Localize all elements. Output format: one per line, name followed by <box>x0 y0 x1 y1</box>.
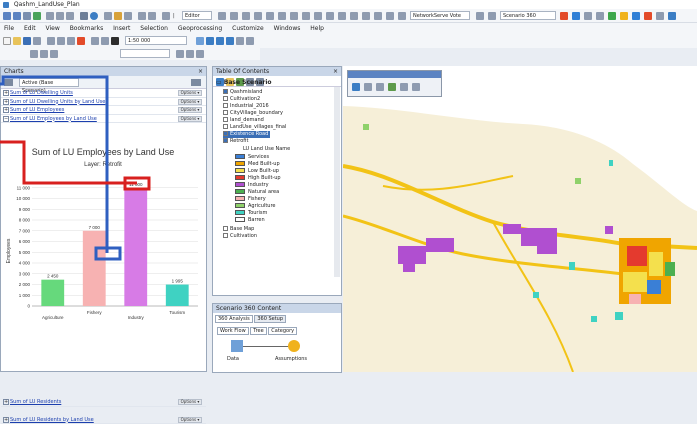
layer-checkbox[interactable] <box>223 117 228 122</box>
town-cluster-east <box>619 238 675 304</box>
data-node-label: Data <box>227 356 239 362</box>
legend-item: Low Built-up <box>235 168 279 175</box>
map-canvas <box>343 66 697 372</box>
scenario360-panel: Scenario 360 Content 360 Analysis 360 Se… <box>212 303 342 373</box>
scenario360-header: Scenario 360 Content <box>213 304 341 313</box>
legend-swatch <box>235 168 245 173</box>
paint-icon[interactable] <box>376 83 384 91</box>
options-button[interactable]: Options ▾ <box>178 399 202 405</box>
tab-360-analysis[interactable]: 360 Analysis <box>215 315 253 323</box>
layer-checkbox[interactable] <box>223 96 228 101</box>
layer-checkbox[interactable] <box>223 103 228 108</box>
layer-checkbox[interactable] <box>223 138 228 143</box>
toc-scrollbar[interactable] <box>334 87 340 277</box>
toc-layer[interactable]: Qashmisland <box>223 89 262 96</box>
close-icon[interactable]: × <box>333 67 338 76</box>
legend-swatch <box>235 196 245 201</box>
expand-icon[interactable]: + <box>3 417 9 423</box>
legend-item: Tourism <box>235 210 267 217</box>
chart-item[interactable]: + Sum of LU Residents by Land Use Option… <box>1 416 206 424</box>
red-callout-line <box>0 142 137 183</box>
layer-checkbox[interactable] <box>223 124 228 129</box>
data-frame-icon: ▭ <box>216 79 224 86</box>
legend-item: Med Built-up <box>235 161 280 168</box>
toc-layer[interactable]: Industrial_2016 <box>223 103 269 110</box>
map-view[interactable] <box>343 66 697 372</box>
scenario360-tabs: 360 Analysis 360 Setup <box>215 315 286 324</box>
draw-icon[interactable] <box>364 83 372 91</box>
toc-layer-selected[interactable]: Existence Road <box>223 131 270 138</box>
chart-item-label[interactable]: Sum of LU Residents by Land Use <box>10 417 94 423</box>
assumptions-node-icon[interactable] <box>288 340 300 352</box>
chart-item-label[interactable]: Sum of LU Residents <box>10 399 61 405</box>
legend-swatch <box>235 217 245 222</box>
toc-layer[interactable]: Cultivation2 <box>223 96 260 103</box>
legend-swatch <box>235 189 245 194</box>
data-node-icon[interactable] <box>231 340 243 352</box>
options-button[interactable]: Options ▾ <box>178 417 202 423</box>
toc-layer[interactable]: CityVillage_boundary <box>223 110 283 117</box>
toc-layer[interactable]: Base Map <box>223 226 254 233</box>
toc-header: Table Of Contents × <box>213 67 341 76</box>
tab-360-setup[interactable]: 360 Setup <box>254 315 286 323</box>
eraser-icon[interactable] <box>400 83 408 91</box>
expand-icon[interactable]: + <box>3 399 9 405</box>
layer-checkbox[interactable] <box>223 131 228 136</box>
workflow-arrow <box>243 346 288 347</box>
legend-item: Natural area <box>235 189 279 196</box>
attribute-icon[interactable] <box>412 83 420 91</box>
layer-checkbox[interactable] <box>223 226 228 231</box>
legend-item: Barren <box>235 217 265 224</box>
legend-swatch <box>235 182 245 187</box>
tab-tree[interactable]: Tree <box>250 327 266 335</box>
toc-layer[interactable]: Cultivation <box>223 233 257 240</box>
legend-item: Agriculture <box>235 203 276 210</box>
chart-item[interactable]: + Sum of LU Residents Options ▾ <box>1 398 206 407</box>
legend-swatch <box>235 161 245 166</box>
floating-window-titlebar[interactable] <box>348 71 441 78</box>
layer-checkbox[interactable] <box>223 89 228 94</box>
toc-layer[interactable]: LandUse_villages_final <box>223 124 286 131</box>
layer-checkbox[interactable] <box>223 110 228 115</box>
assumptions-node-label: Assumptions <box>275 356 307 362</box>
blue-callout-line <box>0 77 107 253</box>
toc-layer[interactable]: land_demand <box>223 117 264 124</box>
scenario360-subtabs: Work Flow Tree Category <box>217 327 297 335</box>
legend-swatch <box>235 175 245 180</box>
legend-item: Industry <box>235 182 269 189</box>
tab-category[interactable]: Category <box>268 327 297 335</box>
toc-panel: Table Of Contents × ▭ Base Scenario Qash… <box>212 66 342 296</box>
legend-swatch <box>235 203 245 208</box>
toc-layer[interactable]: Retrofit <box>223 138 248 145</box>
check-icon[interactable] <box>388 83 396 91</box>
scenario360-title: Scenario 360 Content <box>216 305 281 312</box>
toc-root[interactable]: ▭ Base Scenario <box>216 79 272 86</box>
legend-swatch <box>235 210 245 215</box>
floating-tools-window <box>347 70 442 97</box>
toc-title: Table Of Contents <box>216 68 269 75</box>
tab-work-flow[interactable]: Work Flow <box>217 327 249 335</box>
legend-title: LU Land Use Name <box>243 146 290 153</box>
legend-item: Services <box>235 154 269 161</box>
legend-item: Fishery <box>235 196 266 203</box>
legend-item: High Built-up <box>235 175 281 182</box>
select-features-icon[interactable] <box>352 83 360 91</box>
legend-swatch <box>235 154 245 159</box>
layer-checkbox[interactable] <box>223 233 228 238</box>
